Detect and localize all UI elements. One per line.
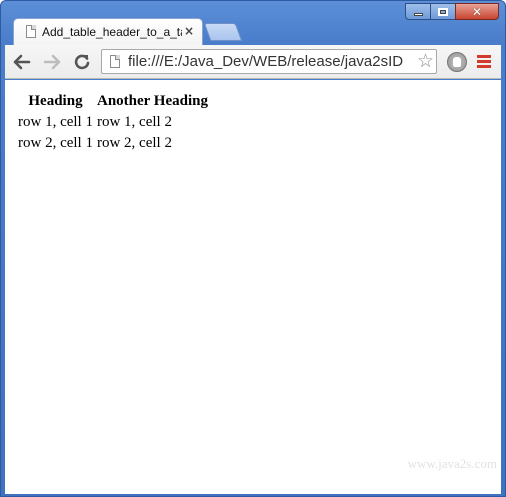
page-icon xyxy=(110,55,120,68)
table-cell: row 2, cell 1 xyxy=(18,135,93,151)
page-icon xyxy=(26,25,36,38)
maximize-icon xyxy=(438,7,448,16)
table-row: row 2, cell 1 row 2, cell 2 xyxy=(17,134,209,153)
menu-icon[interactable] xyxy=(477,55,491,69)
reload-button[interactable] xyxy=(71,51,93,73)
table-header-cell: Another Heading xyxy=(96,93,208,109)
close-window-button[interactable]: ✕ xyxy=(455,3,499,20)
table-header-cell: Heading xyxy=(28,93,83,109)
back-button[interactable] xyxy=(11,51,33,73)
new-tab-button[interactable] xyxy=(203,23,243,41)
forward-button[interactable] xyxy=(41,51,63,73)
table-header-row: Heading Another Heading xyxy=(17,92,209,111)
reload-icon xyxy=(74,54,90,70)
forward-arrow-icon xyxy=(43,54,61,70)
tab-title: Add_table_header_to_a_ta xyxy=(42,25,182,39)
minimize-button[interactable] xyxy=(405,3,431,20)
browser-window: ✕ Add_table_header_to_a_ta × file:///E:/… xyxy=(0,0,506,497)
address-bar[interactable]: file:///E:/Java_Dev/WEB/release/java2sID… xyxy=(101,49,437,74)
hand-icon xyxy=(453,57,461,67)
table-row: row 1, cell 1 row 1, cell 2 xyxy=(17,113,209,132)
window-controls: ✕ xyxy=(405,3,499,20)
close-icon: ✕ xyxy=(471,4,483,19)
table-cell: row 1, cell 1 xyxy=(18,114,93,130)
table-cell: row 2, cell 2 xyxy=(96,135,172,151)
tab-close-icon[interactable]: × xyxy=(184,24,194,38)
browser-toolbar: file:///E:/Java_Dev/WEB/release/java2sID… xyxy=(5,45,501,79)
url-text[interactable]: file:///E:/Java_Dev/WEB/release/java2sID xyxy=(128,53,408,70)
watermark: www.java2s.com xyxy=(407,456,497,471)
page-content: Heading Another Heading row 1, cell 1 ro… xyxy=(5,80,501,494)
data-table: Heading Another Heading row 1, cell 1 ro… xyxy=(15,90,211,155)
minimize-icon xyxy=(413,13,423,16)
star-icon[interactable]: ☆ xyxy=(417,50,434,72)
tab-active[interactable]: Add_table_header_to_a_ta × xyxy=(13,18,203,46)
back-arrow-icon xyxy=(13,54,31,70)
extension-icon[interactable] xyxy=(447,52,467,72)
maximize-button[interactable] xyxy=(430,3,456,20)
table-cell: row 1, cell 2 xyxy=(96,114,172,130)
